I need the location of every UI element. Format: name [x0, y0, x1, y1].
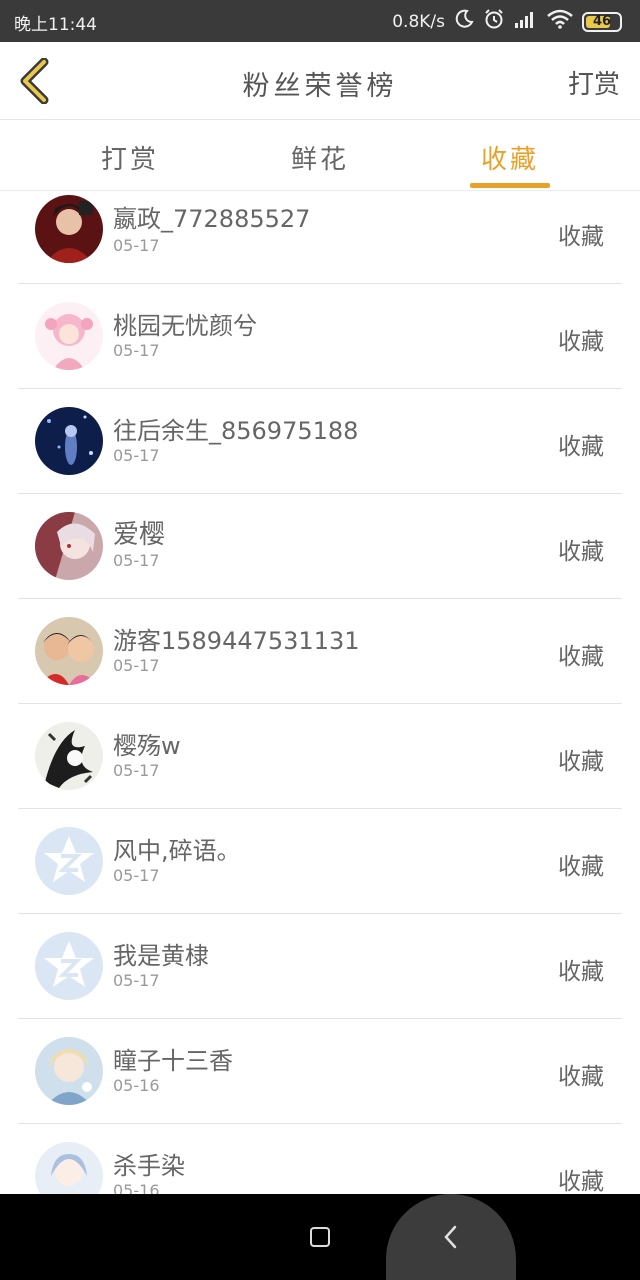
date: 05-17: [113, 971, 160, 990]
signal-icon: [514, 10, 538, 33]
action-label: 收藏: [558, 959, 604, 985]
tab-label: 鲜花: [290, 145, 349, 175]
user-name: 我是黄棣: [113, 942, 209, 970]
avatar: [35, 722, 103, 790]
date: 05-17: [113, 866, 160, 885]
user-name: 樱殇w: [113, 732, 181, 760]
action-label: 收藏: [558, 1169, 604, 1194]
date: 05-17: [113, 236, 160, 255]
tab-favorites[interactable]: 收藏: [470, 139, 550, 188]
list-item[interactable]: 瞳子十三香 05-16 收藏: [18, 1019, 622, 1124]
list-item[interactable]: 樱殇w 05-17 收藏: [18, 704, 622, 809]
wifi-icon: [547, 9, 573, 34]
list-item[interactable]: 桃园无忧颜兮 05-17 收藏: [18, 284, 622, 389]
tab-label: 收藏: [480, 145, 539, 175]
avatar: [35, 1037, 103, 1105]
fans-list: 嬴政_772885527 05-17 收藏 桃园无忧颜兮 05-17 收藏 往后…: [0, 192, 640, 1194]
action-label: 收藏: [558, 539, 604, 565]
date: 05-16: [113, 1076, 160, 1095]
avatar: [35, 195, 103, 263]
avatar: [35, 1142, 103, 1194]
tab-bar: 打赏 鲜花 收藏: [0, 121, 640, 191]
action-label: 收藏: [558, 1064, 604, 1090]
alarm-icon: [483, 8, 505, 35]
list-item[interactable]: 我是黄棣 05-17 收藏: [18, 914, 622, 1019]
status-time: 晚上11:44: [14, 15, 97, 35]
user-name: 瞳子十三香: [113, 1047, 233, 1075]
avatar: [35, 407, 103, 475]
back-arrow-icon: [444, 1225, 457, 1249]
date: 05-17: [113, 761, 160, 780]
action-label: 收藏: [558, 224, 604, 250]
user-name: 杀手染: [113, 1152, 185, 1180]
user-name: 往后余生_856975188: [113, 417, 359, 445]
list-item[interactable]: 爱樱 05-17 收藏: [18, 494, 622, 599]
avatar: [35, 932, 103, 1000]
avatar: [35, 512, 103, 580]
user-name: 风中,碎语。: [113, 837, 241, 865]
list-item[interactable]: 杀手染 05-16 收藏: [18, 1124, 622, 1194]
action-label: 收藏: [558, 854, 604, 880]
app-header: 粉丝荣誉榜 打赏: [0, 42, 640, 120]
system-back-button[interactable]: [386, 1194, 516, 1280]
list-item[interactable]: 游客1589447531131 05-17 收藏: [18, 599, 622, 704]
tab-flowers[interactable]: 鲜花: [280, 139, 360, 176]
active-tab-indicator: [470, 183, 550, 188]
system-nav-bar: [0, 1194, 640, 1280]
list-item[interactable]: 嬴政_772885527 05-17 收藏: [18, 192, 622, 284]
date: 05-17: [113, 656, 160, 675]
tab-reward[interactable]: 打赏: [90, 139, 170, 176]
date: 05-17: [113, 341, 160, 360]
action-label: 收藏: [558, 749, 604, 775]
date: 05-16: [113, 1181, 160, 1194]
page-title: 粉丝荣誉榜: [242, 71, 398, 102]
user-name: 游客1589447531131: [113, 627, 360, 655]
list-item[interactable]: 风中,碎语。 05-17 收藏: [18, 809, 622, 914]
status-bar: 晚上11:44 0.8K/s 46: [0, 0, 640, 42]
date: 05-17: [113, 446, 160, 465]
action-label: 收藏: [558, 644, 604, 670]
date: 05-17: [113, 551, 160, 570]
user-name: 桃园无忧颜兮: [113, 312, 257, 340]
action-label: 收藏: [558, 329, 604, 355]
network-speed: 0.8K/s: [392, 11, 445, 32]
tab-label: 打赏: [100, 145, 159, 175]
battery-level: 46: [592, 14, 612, 29]
battery-icon: 46: [582, 11, 622, 32]
recents-button[interactable]: [310, 1227, 330, 1247]
action-label: 收藏: [558, 434, 604, 460]
user-name: 爱樱: [113, 520, 166, 550]
avatar: [35, 302, 103, 370]
avatar: [35, 617, 103, 685]
list-item[interactable]: 往后余生_856975188 05-17 收藏: [18, 389, 622, 494]
reward-button[interactable]: 打赏: [568, 64, 620, 101]
avatar: [35, 827, 103, 895]
user-name: 嬴政_772885527: [113, 205, 311, 233]
moon-icon: [454, 9, 474, 34]
